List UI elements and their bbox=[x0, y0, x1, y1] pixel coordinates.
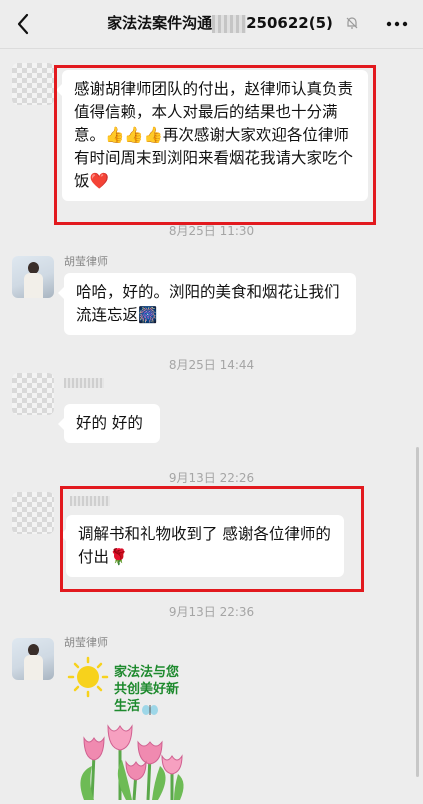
avatar[interactable] bbox=[12, 638, 54, 680]
chat-title: 家法法案件沟通 250622(5) bbox=[70, 12, 370, 33]
message-list[interactable]: 感谢胡律师团队的付出，赵律师认真负责值得信赖，本人对最后的结果也十分满意。👍👍👍… bbox=[0, 49, 423, 801]
avatar[interactable] bbox=[12, 256, 54, 298]
timestamp: 8月25日 11:30 bbox=[168, 224, 255, 238]
scrollbar[interactable] bbox=[416, 447, 419, 777]
timestamp: 9月13日 22:36 bbox=[168, 605, 255, 619]
blurred-title-segment bbox=[212, 14, 247, 33]
message-text: 好的 好的 bbox=[76, 414, 143, 432]
avatar-body bbox=[24, 273, 43, 298]
highlight-box bbox=[60, 486, 364, 592]
chat-title-left: 家法法案件沟通 bbox=[107, 14, 213, 32]
message-bubble[interactable]: 哈哈，好的。浏阳的美食和烟花让我们流连忘返🎆 bbox=[58, 273, 356, 335]
sender-name: 胡莹律师 bbox=[64, 636, 108, 649]
more-icon[interactable] bbox=[385, 16, 409, 32]
avatar-pixelated[interactable] bbox=[12, 492, 54, 534]
message-text: 哈哈，好的。浏阳的美食和烟花让我们流连忘返🎆 bbox=[76, 283, 340, 324]
timestamp: 8月25日 14:44 bbox=[168, 358, 255, 372]
tulip-sticker[interactable]: 家法法与您共创美好新生活 bbox=[62, 654, 190, 801]
highlight-box bbox=[54, 65, 376, 225]
chat-header: 家法法案件沟通 250622(5) bbox=[0, 0, 423, 49]
sender-name-blurred bbox=[64, 378, 104, 388]
sticker-text: 家法法与您共创美好新生活 bbox=[114, 665, 180, 714]
back-arrow-icon[interactable] bbox=[12, 10, 36, 38]
mute-bell-icon bbox=[346, 17, 358, 29]
chat-title-right: 250622(5) bbox=[246, 14, 333, 32]
avatar-body bbox=[24, 655, 43, 680]
message-bubble[interactable]: 好的 好的 bbox=[58, 404, 160, 443]
avatar-pixelated[interactable] bbox=[12, 373, 54, 415]
avatar-pixelated[interactable] bbox=[12, 63, 54, 105]
sender-name: 胡莹律师 bbox=[64, 255, 108, 268]
timestamp: 9月13日 22:26 bbox=[168, 471, 255, 485]
